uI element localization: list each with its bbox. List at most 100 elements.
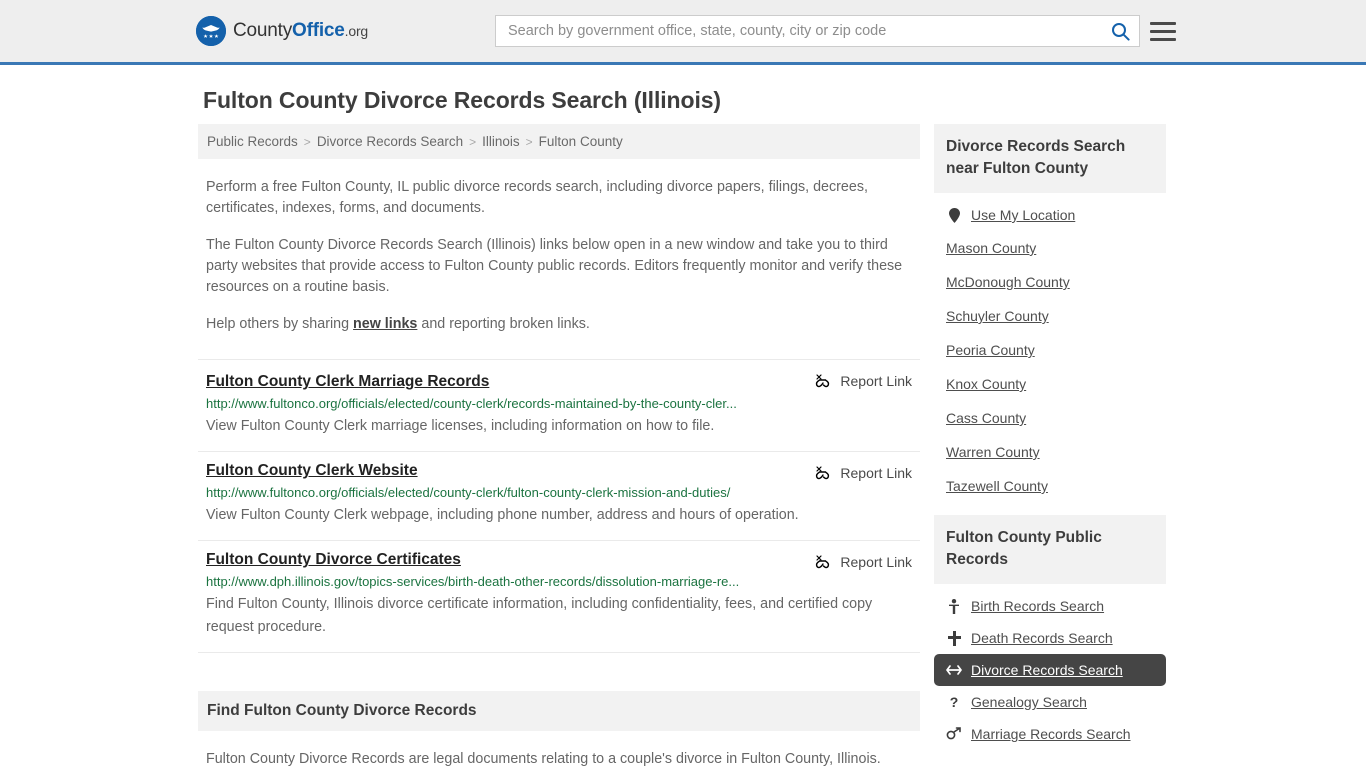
question-mark-icon: ?: [949, 694, 959, 710]
sidebar-item-marriage-records-search[interactable]: Marriage Records Search: [934, 718, 1166, 750]
report-link-label: Report Link: [840, 372, 912, 389]
sidebar-panel-nearby-counties: Divorce Records Search near Fulton Count…: [934, 124, 1166, 503]
resource-link-description: View Fulton County Clerk webpage, includ…: [206, 507, 799, 523]
site-header: CountyOffice.org: [0, 0, 1366, 65]
sidebar-panel-heading: Fulton County Public Records: [934, 515, 1166, 584]
sidebar-panel-public-records: Fulton County Public Records Birth Recor…: [934, 515, 1166, 750]
search-bar[interactable]: [495, 15, 1140, 47]
intro-paragraph-1: Perform a free Fulton County, IL public …: [206, 179, 868, 216]
new-links-link[interactable]: new links: [353, 316, 417, 332]
sidebar-item-label: Mason County: [946, 240, 1037, 256]
sidebar-item-label: Divorce Records Search: [971, 662, 1123, 678]
page-title: Fulton County Divorce Records Search (Il…: [203, 87, 721, 113]
sidebar-item-warren-county[interactable]: Warren County: [934, 435, 1166, 469]
sidebar-item-label: McDonough County: [946, 274, 1070, 290]
resource-link-title[interactable]: Fulton County Clerk Marriage Records: [206, 373, 489, 391]
intro-paragraph-2: The Fulton County Divorce Records Search…: [206, 237, 903, 295]
sidebar-item-label: Warren County: [946, 444, 1040, 460]
broken-link-icon: [816, 466, 830, 480]
report-link-button[interactable]: Report Link: [814, 553, 912, 570]
sidebar-panel-list: Birth Records Search Death Records Searc…: [934, 584, 1166, 750]
sidebar-item-death-records-search[interactable]: Death Records Search: [934, 622, 1166, 654]
breadcrumb-item-fulton-county: Fulton County: [538, 134, 623, 149]
map-pin-icon: [946, 207, 962, 223]
sidebar-item-label: Knox County: [946, 376, 1027, 392]
sidebar-item-birth-records-search[interactable]: Birth Records Search: [934, 590, 1166, 622]
sidebar-item-divorce-records-search[interactable]: Divorce Records Search: [934, 654, 1166, 686]
sidebar-item-label: Cass County: [946, 410, 1027, 426]
broken-link-icon: [816, 555, 830, 569]
content-wrapper: Public Records > Divorce Records Search …: [0, 124, 1366, 768]
breadcrumb: Public Records > Divorce Records Search …: [198, 124, 920, 159]
sidebar-item-peoria-county[interactable]: Peoria County: [934, 333, 1166, 367]
sidebar-item-mcdonough-county[interactable]: McDonough County: [934, 265, 1166, 299]
breadcrumb-separator: >: [303, 134, 311, 149]
site-logo-text: CountyOffice.org: [233, 20, 368, 42]
sidebar-item-tazewell-county[interactable]: Tazewell County: [934, 469, 1166, 503]
sidebar-panel-list: Use My Location Mason County McDonough C…: [934, 193, 1166, 503]
sidebar-item-label: Tazewell County: [946, 478, 1048, 494]
hamburger-bar: [1150, 21, 1176, 25]
find-records-section: Find Fulton County Divorce Records Fulto…: [198, 691, 920, 768]
sidebar-item-genealogy-search[interactable]: ? Genealogy Search: [934, 686, 1166, 718]
resource-link-description: View Fulton County Clerk marriage licens…: [206, 418, 715, 434]
resource-link-url: http://www.fultonco.org/officials/electe…: [206, 396, 737, 411]
intro-paragraph-3: Help others by sharing new links and rep…: [206, 314, 912, 335]
sidebar-item-label: Marriage Records Search: [971, 726, 1131, 742]
cross-icon: [946, 630, 962, 646]
list-item: Fulton County Clerk Marriage Records htt…: [198, 359, 920, 452]
breadcrumb-separator: >: [525, 134, 533, 149]
sidebar-item-cass-county[interactable]: Cass County: [934, 401, 1166, 435]
logo-part1: County: [233, 20, 293, 41]
broken-link-icon: [816, 374, 830, 388]
hamburger-bar: [1150, 29, 1176, 33]
hamburger-menu-icon[interactable]: [1150, 21, 1176, 41]
intro-p3-before: Help others by sharing: [206, 316, 354, 332]
sidebar-item-schuyler-county[interactable]: Schuyler County: [934, 299, 1166, 333]
find-records-paragraph: Fulton County Divorce Records are legal …: [206, 751, 881, 767]
hamburger-bar: [1150, 37, 1176, 41]
list-item: Fulton County Divorce Certificates http:…: [198, 541, 920, 653]
main-column: Public Records > Divorce Records Search …: [198, 124, 920, 768]
search-button[interactable]: [1101, 16, 1139, 46]
breadcrumb-item-divorce-records-search[interactable]: Divorce Records Search: [317, 134, 463, 149]
breadcrumb-item-illinois[interactable]: Illinois: [482, 134, 520, 149]
list-item: Fulton County Clerk Website http://www.f…: [198, 452, 920, 541]
sidebar-item-mason-county[interactable]: Mason County: [934, 231, 1166, 265]
split-arrow-icon: [946, 664, 962, 676]
intro-section: Perform a free Fulton County, IL public …: [198, 177, 920, 335]
find-records-body: Fulton County Divorce Records are legal …: [198, 747, 920, 768]
baby-icon: [946, 598, 962, 614]
breadcrumb-separator: >: [469, 134, 477, 149]
site-logo[interactable]: CountyOffice.org: [196, 16, 368, 46]
find-records-heading: Find Fulton County Divorce Records: [198, 691, 920, 731]
sidebar-item-use-my-location[interactable]: Use My Location: [934, 199, 1166, 231]
resource-link-title[interactable]: Fulton County Divorce Certificates: [206, 551, 461, 569]
resource-link-url: http://www.dph.illinois.gov/topics-servi…: [206, 574, 740, 589]
resource-link-title[interactable]: Fulton County Clerk Website: [206, 462, 418, 480]
report-link-label: Report Link: [840, 464, 912, 481]
sidebar-item-knox-county[interactable]: Knox County: [934, 367, 1166, 401]
report-link-button[interactable]: Report Link: [814, 372, 912, 389]
resource-link-description: Find Fulton County, Illinois divorce cer…: [206, 596, 873, 635]
logo-part2: Office: [292, 20, 345, 41]
sidebar: Divorce Records Search near Fulton Count…: [934, 124, 1166, 768]
search-input[interactable]: [496, 16, 1101, 46]
sidebar-item-label: Genealogy Search: [971, 694, 1087, 710]
sidebar-item-label: Peoria County: [946, 342, 1035, 358]
gender-symbols-icon: [946, 727, 962, 741]
logo-tld: .org: [344, 23, 369, 39]
sidebar-item-label: Schuyler County: [946, 308, 1049, 324]
intro-p3-after: and reporting broken links.: [417, 316, 590, 332]
sidebar-item-label: Use My Location: [971, 207, 1076, 223]
eagle-seal-icon: [196, 16, 226, 46]
sidebar-item-label: Death Records Search: [971, 630, 1113, 646]
sidebar-item-label: Birth Records Search: [971, 598, 1105, 614]
breadcrumb-item-public-records[interactable]: Public Records: [207, 134, 298, 149]
report-link-label: Report Link: [840, 553, 912, 570]
sidebar-panel-heading: Divorce Records Search near Fulton Count…: [934, 124, 1166, 193]
report-link-button[interactable]: Report Link: [814, 464, 912, 481]
resource-link-url: http://www.fultonco.org/officials/electe…: [206, 485, 731, 500]
resource-link-list: Fulton County Clerk Marriage Records htt…: [198, 359, 920, 653]
search-icon: [1111, 22, 1130, 41]
